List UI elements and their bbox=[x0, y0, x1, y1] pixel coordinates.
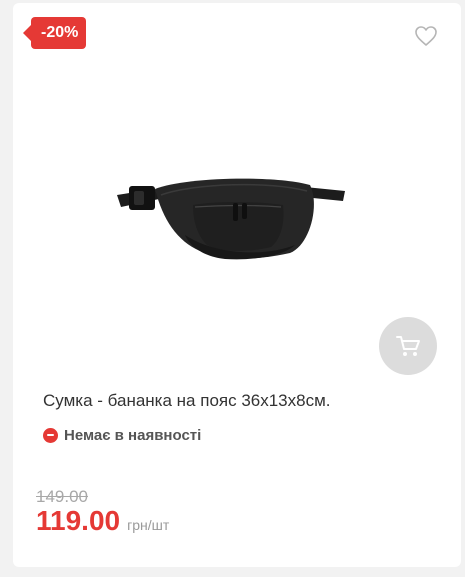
price-unit: грн/шт bbox=[127, 517, 170, 533]
wishlist-heart-icon[interactable] bbox=[414, 25, 438, 47]
add-to-cart-button[interactable] bbox=[379, 317, 437, 375]
shopping-cart-icon bbox=[396, 336, 420, 356]
product-card bbox=[13, 3, 461, 567]
discount-badge: -20% bbox=[22, 17, 87, 49]
product-image[interactable] bbox=[115, 165, 355, 270]
availability-text: Немає в наявності bbox=[64, 426, 202, 444]
price-row: 119.00 грн/шт bbox=[36, 505, 169, 537]
availability-status: Немає в наявності bbox=[43, 425, 201, 445]
current-price: 119.00 bbox=[36, 505, 121, 536]
minus-circle-icon bbox=[43, 427, 58, 443]
product-title[interactable]: Сумка - бананка на пояс 36х13х8см. bbox=[43, 391, 331, 411]
old-price: 149.00 bbox=[36, 487, 88, 506]
